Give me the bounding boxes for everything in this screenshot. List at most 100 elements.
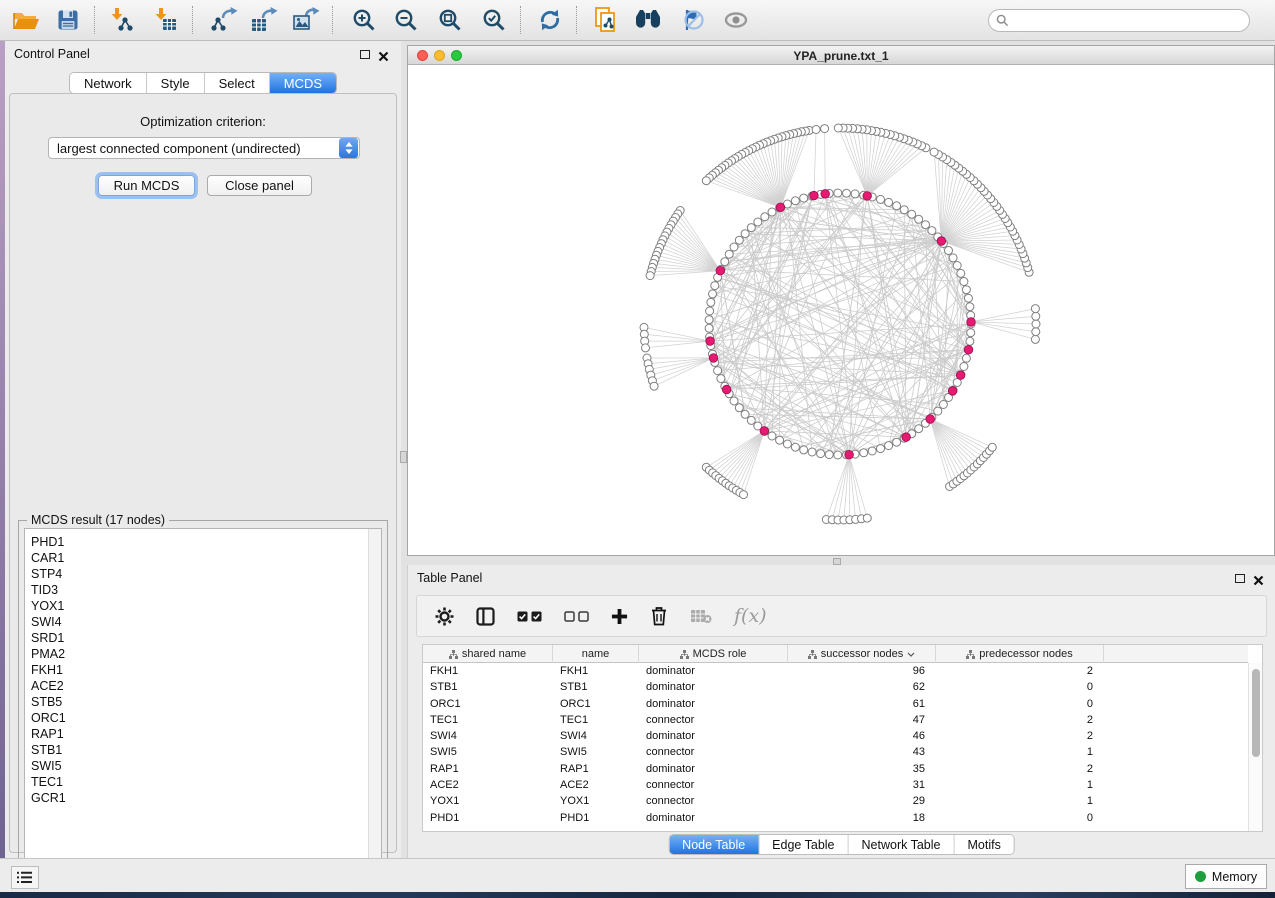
zoom-selected-icon[interactable] bbox=[476, 3, 512, 37]
table-row[interactable]: SWI5SWI5connector431 bbox=[423, 744, 1248, 760]
network-canvas[interactable] bbox=[408, 65, 1274, 555]
import-table-icon[interactable] bbox=[148, 3, 184, 37]
mcds-result-item[interactable]: SWI4 bbox=[25, 614, 367, 630]
table-cell: 96 bbox=[788, 663, 936, 679]
close-table-panel-icon[interactable] bbox=[1253, 573, 1264, 584]
mcds-result-item[interactable]: PHD1 bbox=[25, 534, 367, 550]
mcds-result-item[interactable]: GCR1 bbox=[25, 790, 367, 806]
hide-flag-icon[interactable] bbox=[674, 3, 710, 37]
mcds-result-list[interactable]: PHD1CAR1STP4TID3YOX1SWI4SRD1PMA2FKH1ACE2… bbox=[24, 528, 382, 885]
refresh-icon[interactable] bbox=[532, 3, 568, 37]
export-image-icon[interactable] bbox=[288, 3, 324, 37]
column-header-name[interactable]: name bbox=[553, 645, 639, 663]
table-row[interactable]: SWI4SWI4dominator462 bbox=[423, 728, 1248, 744]
tab-style[interactable]: Style bbox=[147, 73, 205, 93]
table-cell: RAP1 bbox=[423, 761, 553, 777]
criterion-select[interactable]: largest connected component (undirected) bbox=[48, 137, 360, 159]
share-document-icon[interactable] bbox=[588, 3, 624, 37]
mcds-result-item[interactable]: TID3 bbox=[25, 582, 367, 598]
table-row[interactable]: PHD1PHD1dominator180 bbox=[423, 810, 1248, 826]
deselect-all-icon[interactable] bbox=[564, 611, 589, 622]
network-window-titlebar[interactable]: YPA_prune.txt_1 bbox=[408, 46, 1274, 65]
table-cell: dominator bbox=[639, 810, 788, 826]
horizontal-splitter-handle[interactable] bbox=[833, 558, 841, 565]
delete-table-icon bbox=[690, 608, 712, 624]
import-network-icon[interactable] bbox=[104, 3, 140, 37]
mcds-result-item[interactable]: YOX1 bbox=[25, 598, 367, 614]
function-builder-icon: f(x) bbox=[734, 605, 767, 627]
zoom-out-icon[interactable] bbox=[388, 3, 424, 37]
cytoscape-app: Control Panel NetworkStyleSelectMCDS Opt… bbox=[0, 0, 1275, 898]
column-header-MCDS-role[interactable]: MCDS role bbox=[639, 645, 788, 663]
table-cell: dominator bbox=[639, 696, 788, 712]
mcds-result-item[interactable]: SWI5 bbox=[25, 758, 367, 774]
memory-button[interactable]: Memory bbox=[1185, 864, 1267, 889]
node-table[interactable]: shared namenameMCDS rolesuccessor nodesp… bbox=[422, 644, 1263, 832]
tab-motifs[interactable]: Motifs bbox=[954, 835, 1013, 854]
zoom-in-icon[interactable] bbox=[346, 3, 382, 37]
table-cell: 31 bbox=[788, 777, 936, 793]
mcds-result-item[interactable]: ACE2 bbox=[25, 678, 367, 694]
mcds-result-item[interactable]: RAP1 bbox=[25, 726, 367, 742]
table-row[interactable]: STB1STB1dominator620 bbox=[423, 679, 1248, 695]
table-row[interactable]: YOX1YOX1connector291 bbox=[423, 793, 1248, 809]
mcds-result-group: MCDS result (17 nodes) PHD1CAR1STP4TID3Y… bbox=[18, 520, 388, 891]
mcds-result-item[interactable]: CAR1 bbox=[25, 550, 367, 566]
export-network-icon[interactable] bbox=[206, 3, 242, 37]
tab-node-table[interactable]: Node Table bbox=[669, 835, 759, 854]
table-cell: dominator bbox=[639, 761, 788, 777]
tab-select[interactable]: Select bbox=[205, 73, 270, 93]
table-cell: 2 bbox=[936, 761, 1104, 777]
tab-network[interactable]: Network bbox=[70, 73, 147, 93]
table-row[interactable]: ACE2ACE2connector311 bbox=[423, 777, 1248, 793]
mcds-result-item[interactable]: TEC1 bbox=[25, 774, 367, 790]
node-table-header: shared namenameMCDS rolesuccessor nodesp… bbox=[423, 645, 1248, 663]
tab-network-table[interactable]: Network Table bbox=[849, 835, 955, 854]
table-row[interactable]: RAP1RAP1dominator352 bbox=[423, 761, 1248, 777]
delete-column-icon[interactable] bbox=[650, 606, 668, 626]
column-header-successor-nodes[interactable]: successor nodes bbox=[788, 645, 936, 663]
column-header-predecessor-nodes[interactable]: predecessor nodes bbox=[936, 645, 1104, 663]
mcds-result-item[interactable]: PMA2 bbox=[25, 646, 367, 662]
column-header-shared-name[interactable]: shared name bbox=[423, 645, 553, 663]
select-all-icon[interactable] bbox=[517, 611, 542, 622]
column-type-icon bbox=[680, 650, 689, 659]
table-cell: 18 bbox=[788, 810, 936, 826]
table-row[interactable]: ORC1ORC1dominator610 bbox=[423, 696, 1248, 712]
vertical-splitter-handle[interactable] bbox=[400, 451, 407, 463]
table-cell: PHD1 bbox=[423, 810, 553, 826]
table-cell: SWI5 bbox=[553, 744, 639, 760]
table-row[interactable]: FKH1FKH1dominator962 bbox=[423, 663, 1248, 679]
float-table-panel-icon[interactable] bbox=[1235, 574, 1245, 583]
mcds-result-item[interactable]: SRD1 bbox=[25, 630, 367, 646]
mcds-result-item[interactable]: ORC1 bbox=[25, 710, 367, 726]
close-panel-button[interactable]: Close panel bbox=[207, 175, 312, 196]
export-table-icon[interactable] bbox=[246, 3, 282, 37]
tab-edge-table[interactable]: Edge Table bbox=[759, 835, 848, 854]
table-scrollbar[interactable] bbox=[1248, 663, 1262, 831]
mcds-result-item[interactable]: STB1 bbox=[25, 742, 367, 758]
save-session-icon[interactable] bbox=[50, 3, 86, 37]
toolbar-search[interactable] bbox=[988, 9, 1250, 32]
task-history-button[interactable] bbox=[11, 866, 39, 889]
zoom-fit-icon[interactable] bbox=[432, 3, 468, 37]
table-panel: Table Panel bbox=[407, 565, 1275, 858]
table-settings-gear-icon[interactable] bbox=[435, 607, 454, 626]
mcds-scrollbar[interactable] bbox=[368, 529, 381, 884]
close-panel-icon[interactable] bbox=[378, 49, 389, 60]
table-cell: 0 bbox=[936, 696, 1104, 712]
table-cell: ACE2 bbox=[423, 777, 553, 793]
show-columns-icon[interactable] bbox=[476, 607, 495, 626]
mcds-result-item[interactable]: STB5 bbox=[25, 694, 367, 710]
run-mcds-button[interactable]: Run MCDS bbox=[98, 175, 195, 196]
float-panel-icon[interactable] bbox=[360, 50, 370, 59]
table-scrollbar-thumb[interactable] bbox=[1252, 669, 1260, 757]
search-input[interactable] bbox=[1014, 14, 1249, 28]
open-file-icon[interactable] bbox=[8, 3, 44, 37]
add-column-icon[interactable] bbox=[611, 608, 628, 625]
search-binoculars-icon[interactable] bbox=[630, 3, 666, 37]
table-row[interactable]: TEC1TEC1connector472 bbox=[423, 712, 1248, 728]
mcds-result-item[interactable]: STP4 bbox=[25, 566, 367, 582]
tab-mcds[interactable]: MCDS bbox=[270, 73, 336, 93]
mcds-result-item[interactable]: FKH1 bbox=[25, 662, 367, 678]
